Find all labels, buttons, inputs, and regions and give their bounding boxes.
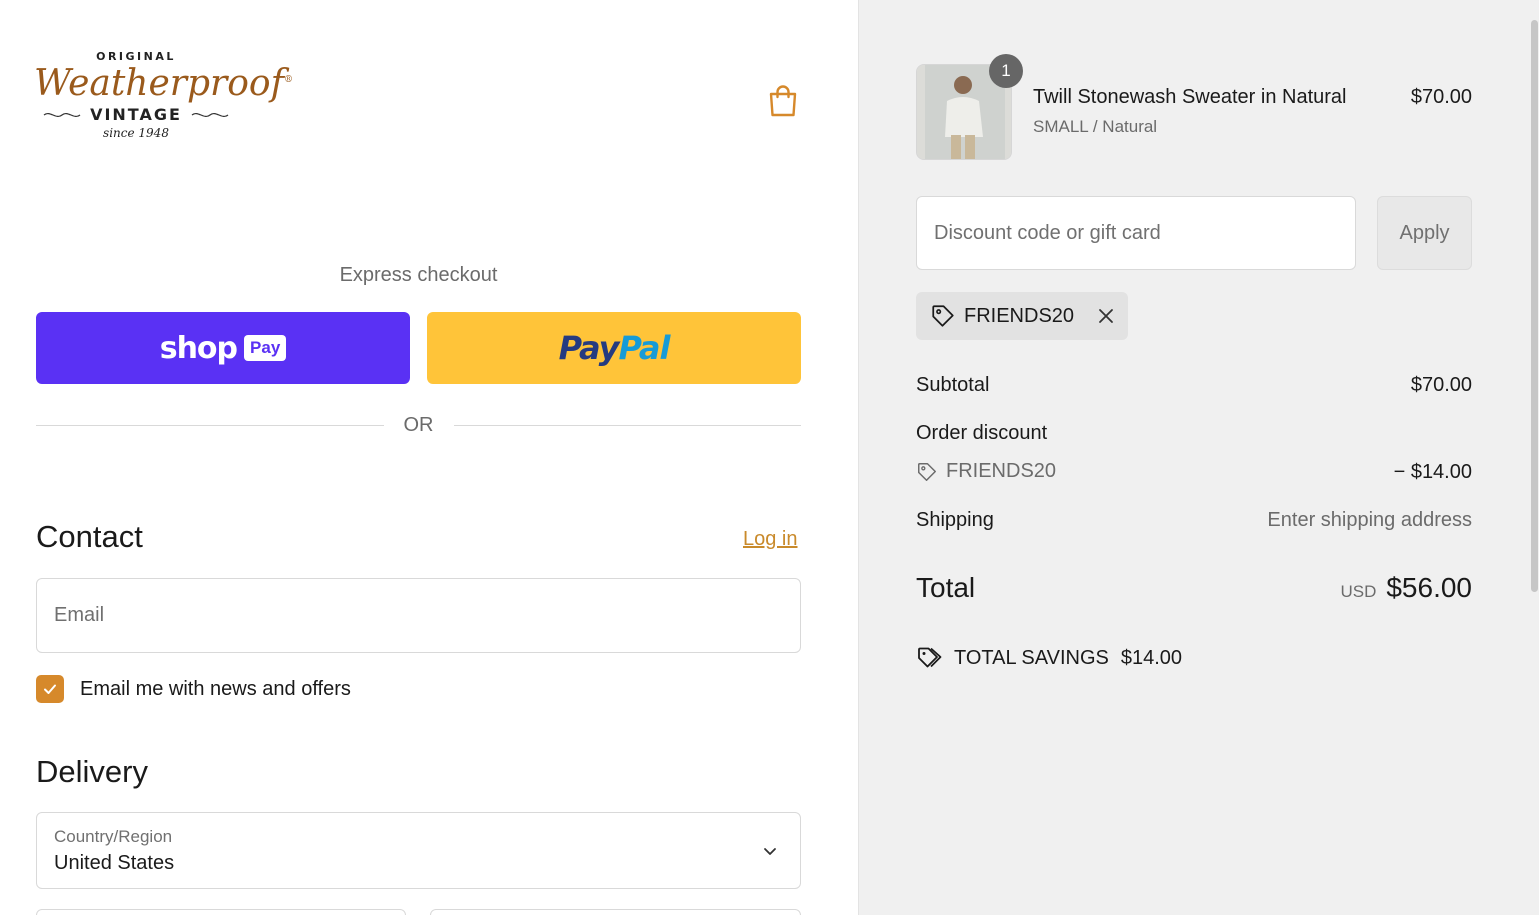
shop-pay-wordmark: shop [159,330,238,366]
shipping-value: Enter shipping address [1267,509,1472,531]
country-label: Country/Region [54,827,173,846]
tag-icon [918,462,936,481]
checkmark-icon [44,684,56,694]
flourish-right-icon [191,112,229,117]
logo-vintage-row: VINTAGE [34,105,238,124]
applied-discount-tag: FRIENDS20 [916,292,1128,340]
logo-since-text: since 1948 [103,126,169,140]
order-discount-code: FRIENDS20 [916,460,1056,483]
divider-line [453,424,801,426]
discount-input[interactable] [917,197,1355,269]
order-discount-label: Order discount [916,422,1048,444]
total-label: Total [916,572,976,603]
chevron-down-icon [764,848,776,855]
logo-brand-text: Weatherproof [34,63,284,104]
newsletter-checkbox[interactable] [36,675,64,703]
close-icon [1099,309,1113,323]
newsletter-option[interactable]: Email me with news and offers [36,675,351,703]
email-input[interactable] [37,579,800,652]
total-savings: TOTAL SAVINGS $14.00 [916,645,1182,671]
contact-heading: Contact [36,519,143,554]
page-scrollbar[interactable] [1530,0,1539,915]
shopping-bag-icon[interactable] [768,84,798,118]
subtotal-value: $70.00 [1410,374,1472,396]
tag-icon [932,305,954,327]
logo-vintage-text: VINTAGE [90,105,182,124]
quantity-badge: 1 [989,54,1023,88]
product-variant: SMALL / Natural [1033,117,1158,136]
delivery-heading: Delivery [36,754,148,789]
applied-code-text: FRIENDS20 [964,304,1075,327]
login-link[interactable]: Log in [743,528,798,551]
product-price: $70.00 [1410,86,1472,108]
divider-line [36,424,384,426]
shop-pay-pill: Pay [244,335,287,361]
currency-code: USD [1340,582,1377,601]
scrollbar-thumb[interactable] [1531,20,1538,592]
last-name-field[interactable] [430,909,801,915]
newsletter-label: Email me with news and offers [80,677,351,700]
discount-field-wrapper [916,196,1356,270]
total-value: $56.00 [1386,572,1472,603]
shop-pay-button[interactable]: shop Pay [36,312,410,384]
checkout-main-panel: ORIGINAL Weatherproof® VINTAGE since 194… [0,0,858,915]
paypal-wordmark-pal: Pal [618,329,670,367]
remove-discount-button[interactable] [1096,306,1116,326]
or-divider: OR [36,412,801,438]
paypal-wordmark-pay: Pay [558,329,620,367]
total-savings-label: TOTAL SAVINGS [954,646,1109,669]
total-value-group: USD $56.00 [1340,572,1472,604]
apply-discount-button[interactable]: Apply [1377,196,1472,270]
or-label: OR [403,413,434,436]
paypal-button[interactable]: Pay Pal [427,312,801,384]
brand-logo[interactable]: ORIGINAL Weatherproof® VINTAGE since 194… [34,50,293,156]
total-savings-value: $14.00 [1120,646,1183,669]
order-discount-code-text: FRIENDS20 [946,460,1057,482]
product-title: Twill Stonewash Sweater in Natural [1033,86,1347,108]
flourish-left-icon [43,112,81,117]
country-select[interactable]: Country/Region United States [36,812,801,889]
shipping-label: Shipping [916,509,994,531]
express-checkout-label: Express checkout [339,264,498,286]
logo-brand-name: Weatherproof® [34,63,293,104]
first-name-field[interactable] [36,909,406,915]
country-value: United States [54,852,175,874]
email-field-wrapper [36,578,801,653]
order-discount-value: − $14.00 [1393,461,1472,483]
savings-tag-icon [918,647,942,668]
subtotal-label: Subtotal [916,374,990,396]
